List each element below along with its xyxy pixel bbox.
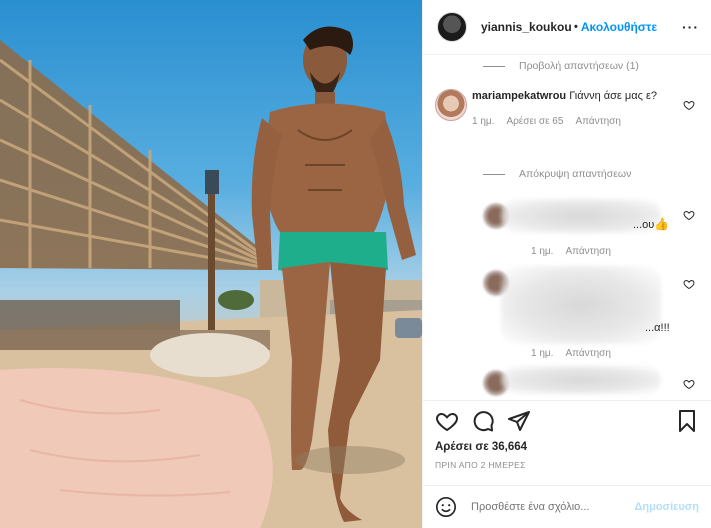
thumbs-up-emoji: 👍 — [654, 217, 669, 231]
add-comment-bar: Δημοσίευση — [423, 485, 711, 528]
commenter-username[interactable]: mariampekatwrou — [472, 90, 566, 102]
comment-text: Γιάννη άσε μας ε? — [569, 90, 657, 102]
reply-item: ...ου 👍 1 ημ. Απάντηση — [483, 199, 711, 264]
comment-time[interactable]: 1 ημ. — [472, 114, 494, 129]
reply-reply-button[interactable]: Απάντηση — [565, 348, 610, 359]
post-header: yiannis_koukour... • Ακολουθήστε ··· — [423, 0, 711, 55]
likes-count[interactable]: Αρέσει σε 36,664 — [435, 441, 699, 453]
emoji-icon[interactable] — [435, 496, 457, 518]
hide-replies-button[interactable]: Απόκρυψη απαντήσεων — [483, 168, 631, 180]
heart-icon[interactable] — [435, 409, 459, 433]
reply-meta: 1 ημ. Απάντηση — [531, 348, 611, 359]
reply-time[interactable]: 1 ημ. — [531, 348, 553, 359]
post-photo[interactable] — [0, 0, 422, 528]
instagram-post: yiannis_koukour... • Ακολουθήστε ··· Προ… — [0, 0, 711, 528]
reply-heart-icon[interactable] — [683, 378, 695, 390]
reply-item — [483, 364, 711, 400]
comment-meta: 1 ημ. Αρέσει σε 65 Απάντηση — [472, 114, 673, 129]
post-actions: Αρέσει σε 36,664 ΠΡΙΝ ΑΠΟ 2 ΗΜΕΡΕΣ — [423, 400, 711, 470]
comment-item: mariampekatwrou Γιάννη άσε μας ε? 1 ημ. … — [435, 89, 699, 129]
comment-reply-button[interactable]: Απάντηση — [575, 114, 620, 129]
comments-list: Προβολή απαντήσεων (1) mariampekatwrou Γ… — [423, 56, 711, 400]
replies-line — [483, 173, 505, 175]
view-replies-label: Προβολή απαντήσεων (1) — [519, 60, 639, 72]
reply-heart-icon[interactable] — [683, 278, 695, 290]
reply-text-blurred — [501, 366, 661, 394]
comment-likes[interactable]: Αρέσει σε 65 — [506, 114, 563, 129]
reply-text-blurred — [501, 266, 661, 344]
reply-heart-icon[interactable] — [683, 209, 695, 221]
reply-time[interactable]: 1 ημ. — [531, 246, 553, 257]
commenter-avatar[interactable] — [435, 89, 467, 121]
author-username[interactable]: yiannis_koukour... — [481, 20, 571, 34]
reply-reply-button[interactable]: Απάντηση — [565, 246, 610, 257]
comment-heart-icon[interactable] — [683, 99, 695, 111]
replies-line — [483, 65, 505, 67]
share-icon[interactable] — [507, 409, 531, 433]
bookmark-icon[interactable] — [675, 409, 699, 433]
post-comment-button[interactable]: Δημοσίευση — [634, 501, 699, 513]
header-separator: • — [574, 21, 578, 33]
comment-input[interactable] — [471, 501, 635, 513]
author-avatar[interactable] — [437, 12, 467, 42]
post-date[interactable]: ΠΡΙΝ ΑΠΟ 2 ΗΜΕΡΕΣ — [435, 460, 699, 470]
hide-replies-label: Απόκρυψη απαντήσεων — [519, 168, 632, 180]
comment-icon[interactable] — [471, 409, 495, 433]
follow-button[interactable]: Ακολουθήστε — [581, 20, 657, 34]
action-icons — [435, 409, 699, 433]
comment-body: mariampekatwrou Γιάννη άσε μας ε? 1 ημ. … — [472, 89, 699, 129]
more-icon[interactable]: ··· — [682, 19, 699, 35]
beach-scene-image — [0, 26, 422, 528]
reply-item: ...α!!! 1 ημ. Απάντηση — [483, 264, 711, 364]
reply-text-tail: ...ου — [633, 219, 655, 231]
reply-meta: 1 ημ. Απάντηση — [531, 246, 611, 257]
post-side-panel: yiannis_koukour... • Ακολουθήστε ··· Προ… — [422, 0, 711, 528]
reply-text-tail: ...α!!! — [645, 322, 670, 334]
view-replies-button[interactable]: Προβολή απαντήσεων (1) — [483, 60, 639, 72]
